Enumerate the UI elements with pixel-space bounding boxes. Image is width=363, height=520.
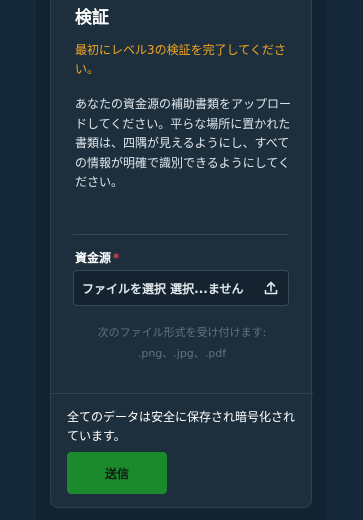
submit-button[interactable]: 送信 [67,452,167,494]
footer-divider [51,393,313,394]
background-panel-left [0,0,36,520]
source-of-funds-label-row: 資金源 * [75,249,119,266]
source-of-funds-label: 資金源 [75,251,112,265]
accepted-formats-list: .png、.jpg、.pdf [137,347,227,360]
verification-card: 検証 最初にレベル3の検証を完了してください。 あなたの資金源の補助書類をアップ… [50,0,313,508]
accepted-formats-label: 次のファイル形式を受け付けます: [97,326,267,339]
upload-instructions: あなたの資金源の補助書類をアップロードしてください。平らな場所に置かれた書類は、… [75,97,292,189]
section-divider [73,234,289,235]
level-warning: 最初にレベル3の検証を完了してください。 [75,43,286,76]
file-upload-field[interactable]: ファイルを選択 選択...ません [73,270,289,306]
accepted-formats-note: 次のファイル形式を受け付けます: .png、.jpg、.pdf [51,322,313,364]
security-note: 全てのデータは安全に保存され暗号化されています。 [67,410,296,443]
background-panel-right [327,0,363,520]
file-select-text: ファイルを選択 選択...ません [82,281,244,296]
upload-icon[interactable] [262,279,280,297]
required-mark: * [113,251,120,265]
page-title: 検証 [75,8,109,28]
